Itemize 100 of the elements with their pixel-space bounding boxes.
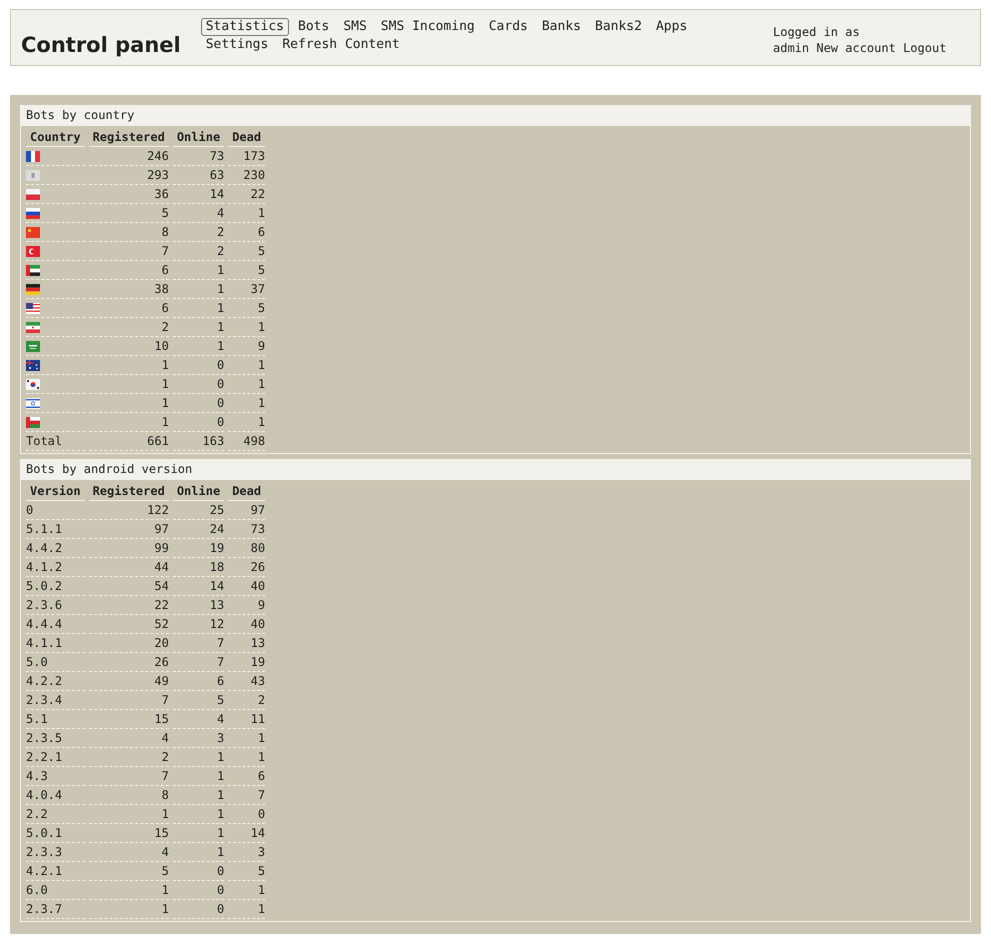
nav-link[interactable]: SMS Incoming bbox=[376, 18, 480, 36]
table-cell: 1 bbox=[228, 204, 266, 223]
table-cell: 5.1 bbox=[26, 710, 85, 729]
table-cell: 22 bbox=[88, 596, 169, 615]
nav-link[interactable]: SMS bbox=[338, 18, 372, 36]
table-cell: 2.3.6 bbox=[26, 596, 85, 615]
table-cell: 4 bbox=[88, 729, 169, 748]
table-cell: 1 bbox=[228, 748, 266, 767]
table-cell: 2.2 bbox=[26, 805, 85, 824]
table-cell: 1 bbox=[88, 375, 169, 394]
table-cell: 73 bbox=[172, 147, 224, 166]
table-cell: 6 bbox=[88, 299, 169, 318]
nav-link[interactable]: Apps bbox=[650, 18, 692, 36]
table-cell: 1 bbox=[228, 394, 266, 413]
table-cell: 0 bbox=[172, 862, 224, 881]
nav-link[interactable]: Cards bbox=[484, 18, 533, 36]
nav-link[interactable]: Banks2 bbox=[590, 18, 647, 36]
table-cell: 5 bbox=[228, 242, 266, 261]
table-cell: 1 bbox=[172, 843, 224, 862]
table-cell: 1 bbox=[88, 881, 169, 900]
table-cell: 1 bbox=[88, 805, 169, 824]
table-cell: 498 bbox=[228, 432, 266, 451]
table-cell: 2.3.3 bbox=[26, 843, 85, 862]
flag-icon bbox=[26, 378, 40, 390]
table-cell: 230 bbox=[228, 166, 266, 185]
nav-link[interactable]: Statistics bbox=[200, 18, 289, 36]
table-cell: 11 bbox=[228, 710, 266, 729]
table-cell: 0 bbox=[172, 900, 224, 919]
table-cell: 6 bbox=[228, 223, 266, 242]
table-cell: 5 bbox=[228, 261, 266, 280]
table-cell: 4.4.4 bbox=[26, 615, 85, 634]
table-cell: 49 bbox=[88, 672, 169, 691]
nav-link[interactable]: Banks bbox=[536, 18, 586, 36]
table-cell: 1 bbox=[172, 767, 224, 786]
table-cell: 44 bbox=[88, 558, 169, 577]
flag-icon bbox=[26, 302, 40, 314]
column-header: Country bbox=[26, 128, 85, 147]
flag-icon bbox=[26, 208, 40, 218]
username: admin bbox=[773, 41, 810, 55]
table-cell: 10 bbox=[88, 337, 169, 356]
table-cell: 0 bbox=[26, 501, 85, 520]
flag-icon bbox=[26, 264, 40, 276]
table-cell: 4.0.4 bbox=[26, 786, 85, 805]
flag-icon bbox=[26, 150, 40, 162]
table-cell: 80 bbox=[228, 539, 266, 558]
column-header: Online bbox=[172, 482, 224, 501]
table-cell: 22 bbox=[228, 185, 266, 204]
table-cell: 3 bbox=[172, 729, 224, 748]
account-link[interactable]: New account bbox=[816, 41, 896, 55]
table-cell: 4.3 bbox=[26, 767, 85, 786]
table-cell: 18 bbox=[172, 558, 224, 577]
table-cell: 1 bbox=[88, 356, 169, 375]
table-cell: 6.0 bbox=[26, 881, 85, 900]
table-cell: 1 bbox=[228, 375, 266, 394]
table-cell: 5 bbox=[88, 204, 169, 223]
table-cell: 4.1.1 bbox=[26, 634, 85, 653]
table-cell: 40 bbox=[228, 615, 266, 634]
table-cell: 97 bbox=[228, 501, 266, 520]
nav-link[interactable]: Settings bbox=[200, 36, 274, 54]
table-cell: 7 bbox=[172, 634, 224, 653]
account-link[interactable]: Logout bbox=[903, 41, 946, 55]
table-cell: 2 bbox=[88, 318, 169, 337]
table-cell: 7 bbox=[88, 691, 169, 710]
table-cell: 37 bbox=[228, 280, 266, 299]
table-cell: 3 bbox=[228, 843, 266, 862]
table-cell: 1 bbox=[172, 318, 224, 337]
section-title: Bots by country bbox=[21, 105, 970, 126]
table-cell: 4.4.2 bbox=[26, 539, 85, 558]
table-cell: 163 bbox=[172, 432, 224, 451]
table-cell: 2 bbox=[228, 691, 266, 710]
table-cell: 293 bbox=[88, 166, 169, 185]
table-cell: 0 bbox=[228, 805, 266, 824]
table-cell: 6 bbox=[172, 672, 224, 691]
flag-icon bbox=[26, 322, 40, 332]
nav-link[interactable]: Bots bbox=[293, 18, 334, 36]
column-header: Online bbox=[172, 128, 224, 147]
table-cell: 2 bbox=[172, 223, 224, 242]
table-cell: 2.3.7 bbox=[26, 900, 85, 919]
flag-icon bbox=[26, 340, 40, 352]
table-cell: 0 bbox=[172, 375, 224, 394]
table-cell: 12 bbox=[172, 615, 224, 634]
flag-icon bbox=[26, 188, 40, 200]
table-cell: Total bbox=[26, 432, 85, 451]
table-cell: 14 bbox=[228, 824, 266, 843]
table-cell: 246 bbox=[88, 147, 169, 166]
table-cell: 7 bbox=[88, 767, 169, 786]
table-cell: 661 bbox=[88, 432, 169, 451]
table-cell: 122 bbox=[88, 501, 169, 520]
table-cell: 1 bbox=[228, 881, 266, 900]
table-cell: 97 bbox=[88, 520, 169, 539]
flag-icon bbox=[26, 416, 40, 428]
column-header: Registered bbox=[88, 128, 169, 147]
table-cell: 1 bbox=[88, 394, 169, 413]
table-cell: 63 bbox=[172, 166, 224, 185]
flag-icon bbox=[26, 398, 40, 408]
table-cell: 38 bbox=[88, 280, 169, 299]
table-cell: 1 bbox=[172, 824, 224, 843]
table-cell: 40 bbox=[228, 577, 266, 596]
table-cell: 1 bbox=[228, 900, 266, 919]
nav-link[interactable]: Refresh Content bbox=[277, 36, 405, 54]
